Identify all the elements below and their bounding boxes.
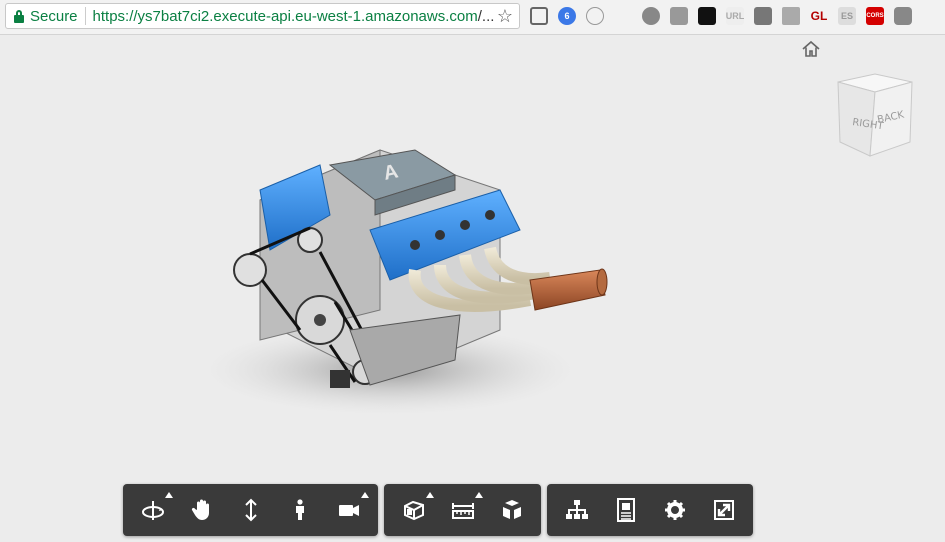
url-host: https://ys7bat7ci2.execute-api.eu-west-1… [92, 7, 478, 25]
react-extension-icon[interactable] [642, 7, 660, 25]
model-browser-tool-button[interactable] [552, 484, 601, 536]
security-label: Secure [30, 7, 78, 25]
cors-extension-icon[interactable]: CORS [866, 7, 884, 25]
person-icon [295, 499, 304, 520]
ship-extension-icon[interactable] [614, 7, 632, 25]
cast-icon[interactable] [530, 7, 548, 25]
fullscreen-icon [713, 500, 734, 520]
settings-tools-group [547, 484, 753, 536]
code-extension-icon[interactable] [586, 7, 604, 25]
modeling-tools-group [384, 484, 541, 536]
url-path: /... [477, 7, 495, 25]
navigation-tools-group [123, 484, 378, 536]
zoom-arrows-icon [244, 498, 257, 522]
hierarchy-icon [565, 500, 588, 519]
fullscreen-tool-button[interactable] [699, 484, 748, 536]
dolly-tool-button[interactable] [226, 484, 275, 536]
gear-extension-icon[interactable]: 6 [558, 7, 576, 25]
es-extension-icon[interactable]: ES [838, 7, 856, 25]
gl-extension-icon[interactable]: GL [810, 7, 828, 25]
box-extension-icon[interactable] [894, 7, 912, 25]
home-icon[interactable] [800, 38, 822, 60]
lock-icon [14, 9, 24, 23]
flyout-indicator-icon [361, 492, 369, 498]
properties-tool-button[interactable] [601, 484, 650, 536]
panels-extension-icon[interactable] [754, 7, 772, 25]
camera-icon [338, 505, 359, 516]
settings-tool-button[interactable] [650, 484, 699, 536]
extensions-bar: 6 URL GL ES CORS [530, 6, 912, 26]
bookmark-star-icon[interactable]: ☆ [497, 6, 513, 27]
hand-icon [191, 499, 209, 520]
address-separator [84, 7, 86, 25]
url-extension-icon[interactable]: URL [726, 7, 744, 25]
flyout-indicator-icon [475, 492, 483, 498]
explode-cube-icon [502, 500, 521, 519]
ruler-icon [451, 503, 474, 519]
flyout-indicator-icon [165, 492, 173, 498]
address-bar[interactable]: Secure https://ys7bat7ci2.execute-api.eu… [5, 3, 520, 29]
browser-chrome: Secure https://ys7bat7ci2.execute-api.eu… [0, 0, 945, 35]
properties-panel-icon [616, 498, 635, 522]
news-extension-icon[interactable] [698, 7, 716, 25]
explode-tool-button[interactable] [487, 484, 536, 536]
gear-icon [664, 500, 685, 520]
section-tool-button[interactable] [389, 484, 438, 536]
orbit-tool-button[interactable] [128, 484, 177, 536]
measure-tool-button[interactable] [438, 484, 487, 536]
flyout-indicator-icon [426, 492, 434, 498]
section-box-icon [403, 500, 424, 521]
viewer-toolbar [123, 484, 759, 536]
orbit-icon [141, 501, 164, 520]
drive-extension-icon[interactable] [782, 7, 800, 25]
first-person-tool-button[interactable] [275, 484, 324, 536]
angular-extension-icon[interactable] [670, 7, 688, 25]
pan-tool-button[interactable] [177, 484, 226, 536]
engine-3d-model[interactable]: A [200, 120, 650, 440]
viewcube[interactable]: RIGHT BACK [830, 70, 920, 160]
camera-tool-button[interactable] [324, 484, 373, 536]
